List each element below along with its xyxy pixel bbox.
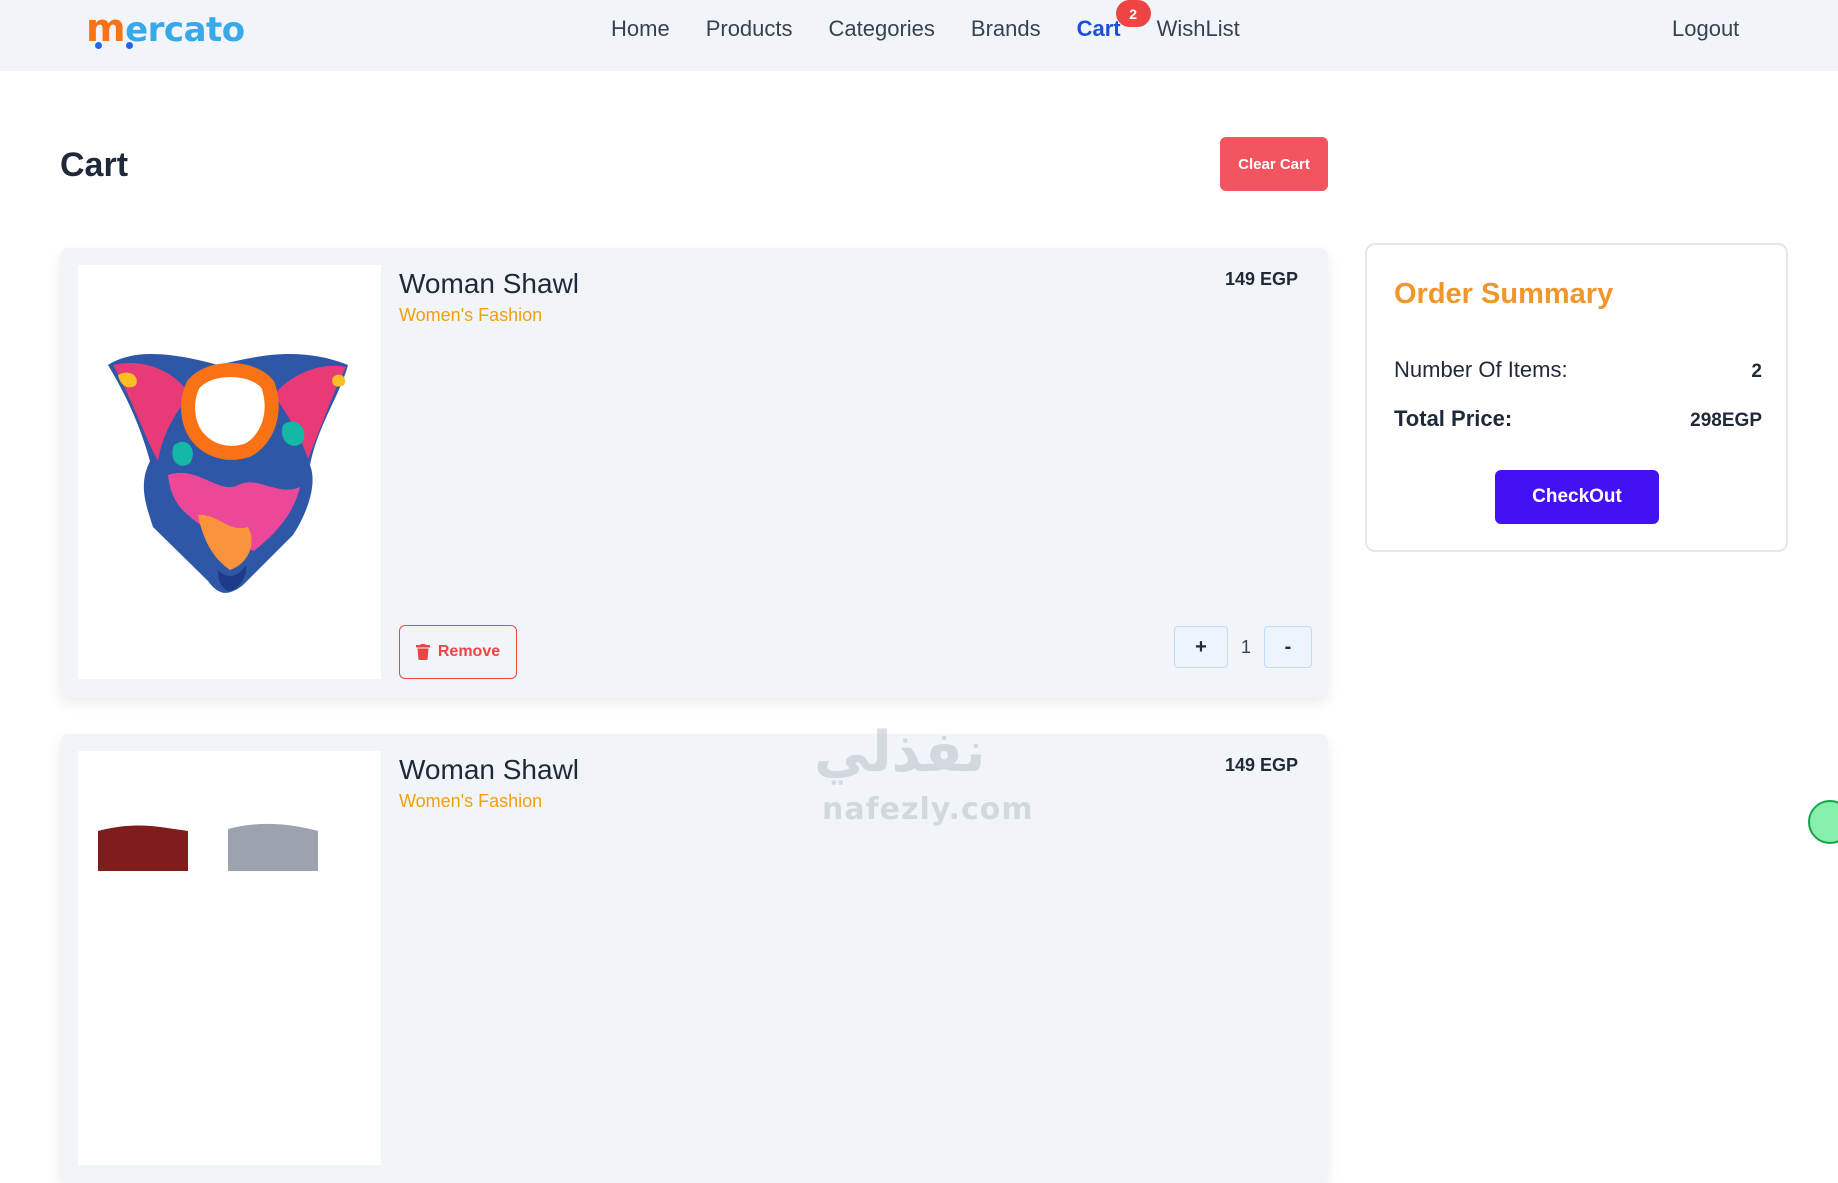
clear-cart-button[interactable]: Clear Cart — [1220, 137, 1328, 191]
cart-count-badge: 2 — [1115, 0, 1151, 27]
total-price-label: Total Price: — [1394, 406, 1513, 431]
order-summary: Order Summary Number Of Items: 2 Total P… — [1365, 243, 1788, 552]
nav-cart-label: Cart — [1076, 16, 1121, 41]
watermark-arabic: نفذلي — [814, 720, 986, 785]
product-image — [78, 265, 381, 679]
product-price: 149 EGP — [1224, 269, 1298, 289]
product-title[interactable]: Woman Shawl — [399, 754, 579, 786]
product-price: 149 EGP — [1224, 755, 1298, 775]
cart-item: Woman Shawl Women's Fashion 149 EGP — [60, 734, 1328, 1183]
product-title[interactable]: Woman Shawl — [399, 268, 579, 300]
nav-wishlist[interactable]: WishList — [1157, 14, 1240, 44]
mercato-logo[interactable]: mercato — [86, 6, 256, 52]
logo-dot — [126, 42, 133, 49]
total-price-value: 298EGP — [1690, 410, 1762, 431]
floating-widget-icon[interactable] — [1808, 800, 1838, 844]
items-count-label: Number Of Items: — [1394, 357, 1568, 382]
items-count-row: Number Of Items: 2 — [1394, 357, 1762, 383]
increase-quantity-button[interactable]: + — [1174, 626, 1228, 668]
shawl-image — [108, 354, 348, 593]
cart-item: Woman Shawl Women's Fashion 149 EGP Remo… — [60, 248, 1328, 697]
nav-cart[interactable]: Cart 2 — [1076, 0, 1151, 44]
quantity-value: 1 — [1240, 636, 1251, 657]
navbar: mercato Home Products Categories Brands … — [0, 0, 1838, 71]
logout-link[interactable]: Logout — [1672, 14, 1739, 44]
items-count-value: 2 — [1751, 361, 1762, 382]
remove-label: Remove — [437, 643, 501, 660]
shawl-image — [98, 823, 318, 871]
logo-text: mercato — [86, 6, 245, 50]
nav-links: Home Products Categories Brands Cart 2 W… — [611, 0, 1276, 44]
nav-products[interactable]: Products — [706, 14, 793, 44]
product-category: Women's Fashion — [399, 791, 543, 811]
watermark-latin: nafezly.com — [822, 792, 1034, 827]
nav-categories[interactable]: Categories — [829, 14, 935, 44]
order-summary-title: Order Summary — [1394, 278, 1614, 310]
checkout-button[interactable]: CheckOut — [1495, 470, 1659, 524]
decrease-quantity-button[interactable]: - — [1264, 626, 1312, 668]
product-category: Women's Fashion — [399, 305, 543, 325]
product-image — [78, 751, 381, 1165]
nav-brands[interactable]: Brands — [971, 14, 1041, 44]
remove-button[interactable]: Remove — [399, 625, 517, 679]
watermark: نفذلي nafezly.com — [810, 720, 1033, 832]
trash-icon — [415, 644, 430, 660]
logo-dot — [95, 42, 102, 49]
page-title: Cart — [60, 146, 129, 184]
total-price-row: Total Price: 298EGP — [1394, 406, 1762, 432]
quantity-stepper: + 1 - — [1174, 626, 1312, 668]
nav-home[interactable]: Home — [611, 14, 670, 44]
